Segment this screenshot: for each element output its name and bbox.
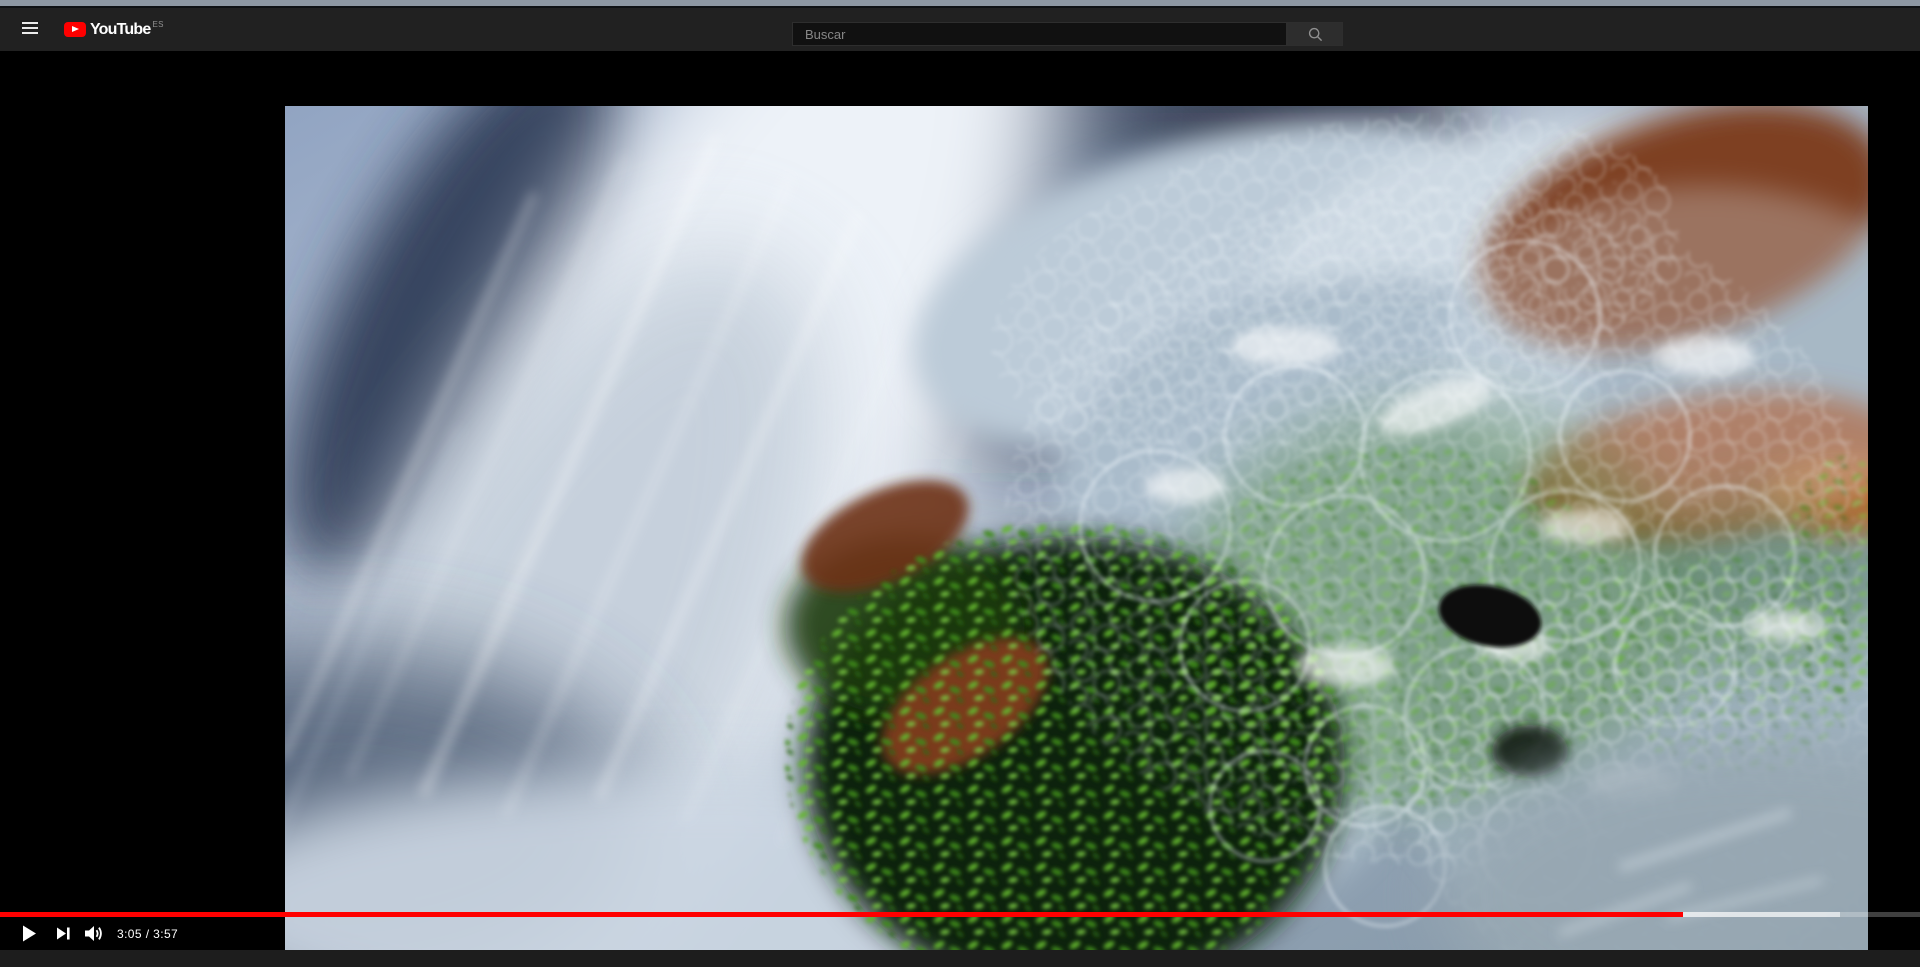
page-background-strip [0,950,1920,967]
video-frame-image [285,106,1868,950]
search-box [792,22,1287,46]
time-display: 3:05 / 3:57 [117,917,178,950]
magnifier-icon [1308,27,1322,41]
search-input[interactable] [793,23,1286,45]
play-button[interactable] [18,917,40,950]
video-player: 3:05 / 3:57 [0,51,1920,950]
youtube-wordmark: YouTube [90,21,151,38]
browser-viewport: YouTube ES Buscar 3:05 / 3:57 [0,0,1920,967]
next-button[interactable] [52,917,74,950]
youtube-play-icon [64,22,86,37]
time-separator: / [141,926,154,941]
volume-up-icon [84,926,102,941]
logo-country-code: ES [152,20,164,29]
current-time: 3:05 [117,926,142,941]
video-player-frame[interactable] [285,106,1868,950]
hamburger-icon [22,21,38,24]
youtube-header: YouTube ES [0,8,1920,51]
player-controls: 3:05 / 3:57 [0,917,800,950]
play-icon [22,925,36,942]
youtube-logo[interactable]: YouTube ES [64,19,164,40]
duration: 3:57 [153,926,179,941]
search-button[interactable] [1287,22,1343,46]
volume-button[interactable] [82,917,108,950]
next-track-icon [56,927,70,940]
guide-menu-button[interactable] [22,21,40,37]
